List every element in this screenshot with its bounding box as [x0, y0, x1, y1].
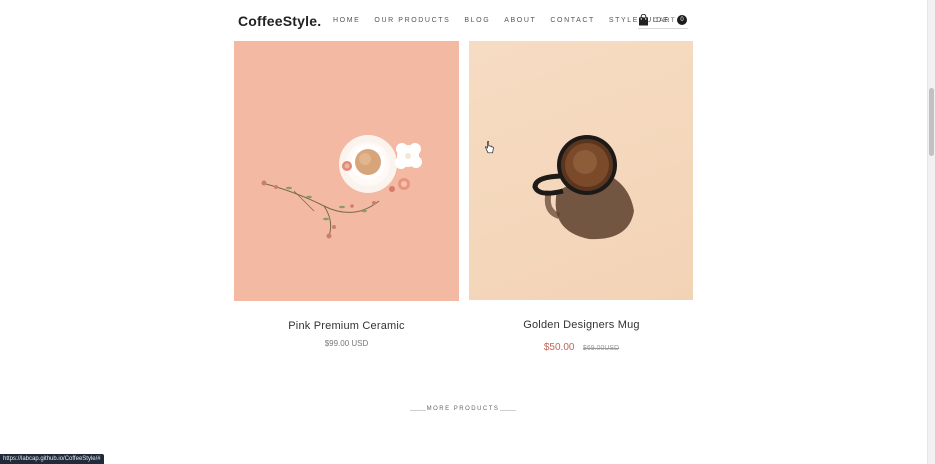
- cart-button[interactable]: CART 0: [638, 13, 688, 29]
- header: CoffeeStyle. HOME OUR PRODUCTS BLOG ABOU…: [0, 0, 927, 40]
- nav-blog[interactable]: BLOG: [464, 17, 490, 24]
- nav-home[interactable]: HOME: [333, 17, 360, 24]
- product-price-row: $50.00 $69.00USD: [469, 337, 694, 355]
- nav-about[interactable]: ABOUT: [504, 17, 536, 24]
- nav-our-products[interactable]: OUR PRODUCTS: [374, 17, 450, 24]
- original-price: $69.00USD: [582, 345, 620, 352]
- cart-label: CART: [653, 17, 677, 24]
- cart-count-badge: 0: [677, 15, 687, 25]
- product-name[interactable]: Pink Premium Ceramic: [234, 320, 459, 332]
- more-products-link[interactable]: MORE PRODUCTS: [410, 406, 516, 416]
- main-nav: HOME OUR PRODUCTS BLOG ABOUT CONTACT STY…: [333, 17, 683, 24]
- sale-price: $50.00: [543, 342, 575, 353]
- scrollbar-thumb[interactable]: [929, 88, 934, 156]
- more-products-label: MORE PRODUCTS: [426, 406, 500, 412]
- divider-line-left: [410, 410, 426, 411]
- status-bar-url: https://labcap.github.io/CoffeeStyle/#: [0, 454, 104, 464]
- shopping-bag-icon: [638, 13, 649, 31]
- product-price: $99.00 USD: [324, 339, 369, 348]
- divider-line-right: [500, 410, 516, 411]
- hand-pointer-cursor-icon: [485, 141, 494, 159]
- product-name[interactable]: Golden Designers Mug: [469, 319, 694, 331]
- vertical-scrollbar[interactable]: [927, 0, 935, 464]
- product-image-pink-ceramic[interactable]: [234, 41, 459, 301]
- logo[interactable]: CoffeeStyle.: [238, 13, 321, 29]
- nav-contact[interactable]: CONTACT: [550, 17, 595, 24]
- page: CoffeeStyle. HOME OUR PRODUCTS BLOG ABOU…: [0, 0, 927, 464]
- product-image-golden-mug[interactable]: [469, 41, 693, 300]
